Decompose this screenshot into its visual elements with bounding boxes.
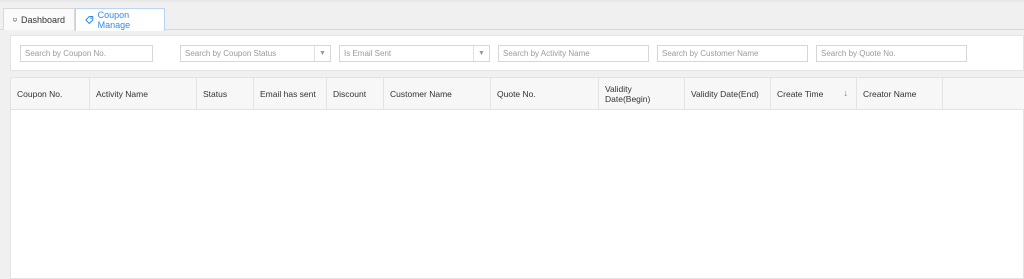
column-header-coupon-no[interactable]: Coupon No. [11, 78, 90, 110]
coupon-no-search-field[interactable] [20, 45, 153, 62]
tab-coupon-manage-label: Coupon Manage [97, 10, 131, 30]
coupon-no-search-input[interactable] [25, 49, 152, 58]
coupon-status-select[interactable]: Search by Coupon Status ▼ [180, 45, 331, 62]
tab-dashboard[interactable]: Dashboard [3, 8, 75, 30]
column-header-status[interactable]: Status [197, 78, 254, 110]
chevron-down-icon: ▼ [314, 46, 330, 61]
column-header-email-sent[interactable]: Email has sent [254, 78, 327, 110]
column-header-customer-name[interactable]: Customer Name [384, 78, 491, 110]
chevron-down-icon: ▼ [473, 46, 489, 61]
sort-descending-icon[interactable]: ↓ [844, 88, 849, 98]
quote-no-search-input[interactable] [821, 49, 966, 58]
email-sent-select[interactable]: Is Email Sent ▼ [339, 45, 490, 62]
table-header: Coupon No. Activity Name Status Email ha… [11, 78, 1024, 110]
column-header-activity-name[interactable]: Activity Name [90, 78, 197, 110]
activity-name-search-input[interactable] [503, 49, 648, 58]
monitor-icon [13, 17, 17, 22]
activity-name-search-field[interactable] [498, 45, 649, 62]
column-header-validity-end[interactable]: Validity Date(End) [685, 78, 771, 110]
tab-dashboard-label: Dashboard [20, 14, 65, 25]
table-body [11, 110, 1023, 278]
column-header-creator-name[interactable]: Creator Name [857, 78, 943, 110]
column-header-quote-no[interactable]: Quote No. [491, 78, 599, 110]
tab-coupon-manage[interactable]: Coupon Manage [75, 8, 165, 31]
column-header-create-time[interactable]: Create Time ↓ [771, 78, 857, 110]
column-header-discount[interactable]: Discount [327, 78, 384, 110]
top-divider [0, 0, 1024, 2]
tag-icon [85, 16, 94, 24]
customer-name-search-field[interactable] [657, 45, 808, 62]
column-header-validity-begin[interactable]: Validity Date(Begin) [599, 78, 685, 110]
coupon-manage-app: Dashboard Coupon Manage Search by Coupon… [0, 0, 1024, 279]
email-sent-placeholder: Is Email Sent [344, 49, 392, 58]
customer-name-search-input[interactable] [662, 49, 807, 58]
quote-no-search-field[interactable] [816, 45, 967, 62]
tab-bar: Dashboard Coupon Manage [0, 8, 1024, 31]
filter-bar: Search by Coupon Status ▼ Is Email Sent … [10, 35, 1024, 71]
coupon-status-placeholder: Search by Coupon Status [185, 49, 277, 58]
coupon-table: Coupon No. Activity Name Status Email ha… [10, 77, 1024, 279]
